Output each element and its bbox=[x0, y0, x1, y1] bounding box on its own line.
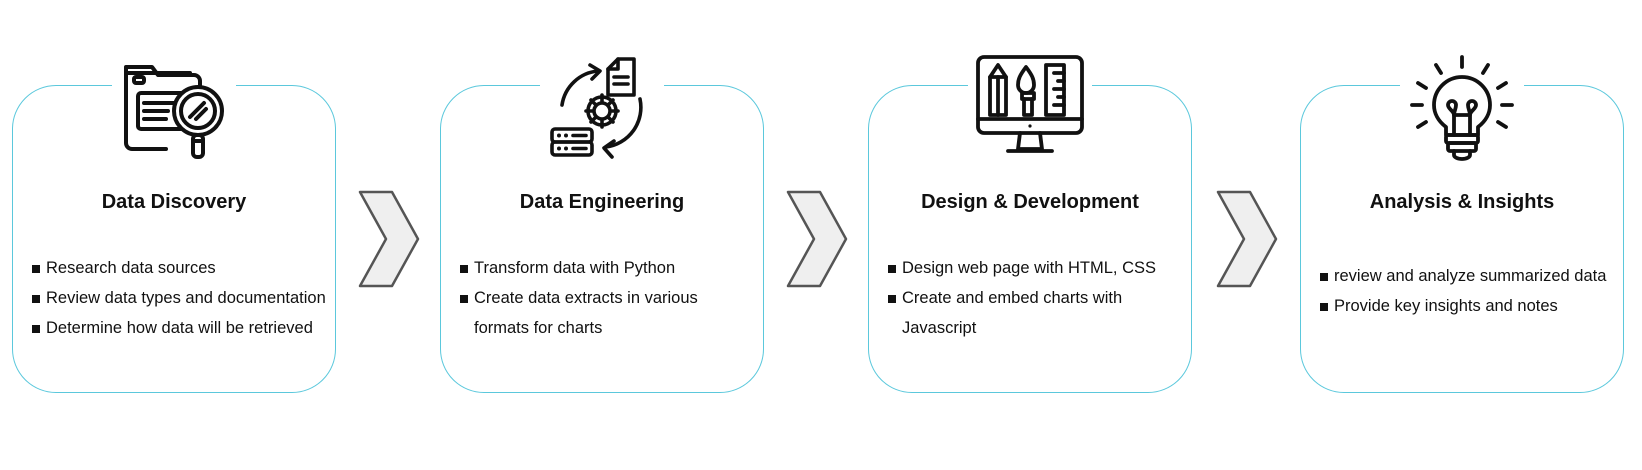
process-diagram: Data Discovery Research data sources Rev… bbox=[0, 0, 1642, 470]
bullet-item: Design web page with HTML, CSS bbox=[887, 253, 1185, 283]
bullet-item: Create and embed charts with Javascript bbox=[887, 283, 1185, 343]
bullet-item: Create data extracts in various formats … bbox=[459, 283, 757, 343]
chevron-right-icon bbox=[786, 190, 848, 288]
bullet-item: review and analyze summarized data bbox=[1319, 261, 1617, 291]
step-bullet-list: review and analyze summarized data Provi… bbox=[1319, 261, 1617, 321]
step-card-analysis-insights: Analysis & Insights review and analyze s… bbox=[1300, 51, 1624, 393]
bullet-item: Transform data with Python bbox=[459, 253, 757, 283]
step-bullet-list: Transform data with Python Create data e… bbox=[459, 253, 757, 343]
chevron-right-icon bbox=[1216, 190, 1278, 288]
bullet-item: Provide key insights and notes bbox=[1319, 291, 1617, 321]
gear-cycle-server-icon bbox=[540, 51, 664, 167]
step-title: Data Engineering bbox=[519, 191, 685, 213]
folder-magnifier-icon bbox=[112, 51, 236, 167]
step-bullet-list: Research data sources Review data types … bbox=[31, 253, 329, 343]
step-title: Data Discovery bbox=[101, 191, 247, 213]
lightbulb-icon bbox=[1400, 51, 1524, 167]
step-bullet-list: Design web page with HTML, CSS Create an… bbox=[887, 253, 1185, 343]
bullet-item: Research data sources bbox=[31, 253, 329, 283]
step-card-data-discovery: Data Discovery Research data sources Rev… bbox=[12, 51, 336, 393]
step-card-data-engineering: Data Engineering Transform data with Pyt… bbox=[440, 51, 764, 393]
step-card-design-development: Design & Development Design web page wit… bbox=[868, 51, 1192, 393]
bullet-item: Review data types and documentation bbox=[31, 283, 329, 313]
step-title: Analysis & Insights bbox=[1369, 191, 1555, 213]
bullet-item: Determine how data will be retrieved bbox=[31, 313, 329, 343]
monitor-design-tools-icon bbox=[968, 51, 1092, 167]
step-title: Design & Development bbox=[921, 191, 1139, 213]
chevron-right-icon bbox=[358, 190, 420, 288]
